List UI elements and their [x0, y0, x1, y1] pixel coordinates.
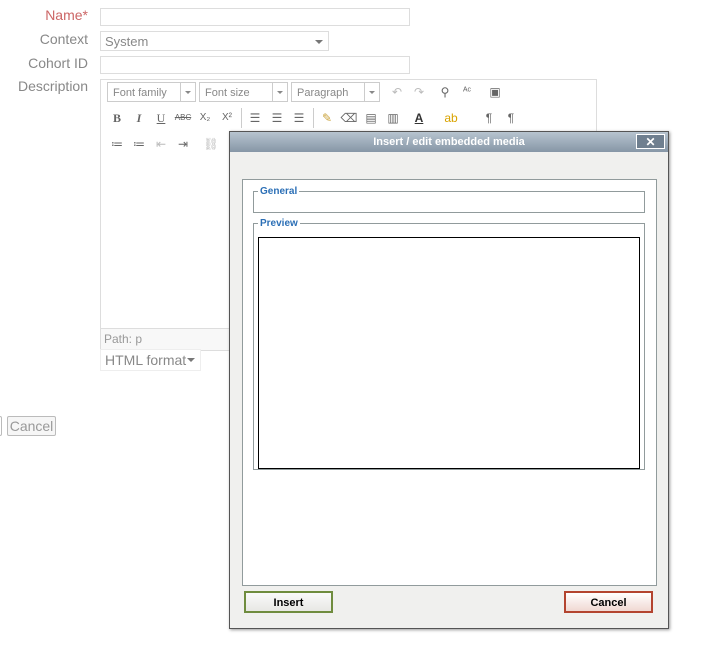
underline-icon[interactable]: U	[151, 108, 171, 128]
align-left-icon[interactable]: ☰	[245, 108, 265, 128]
toolbar-divider	[241, 108, 242, 128]
bullet-list-icon[interactable]: ≔	[107, 134, 127, 154]
ltr-icon[interactable]: ¶	[479, 108, 499, 128]
format-select[interactable]: Paragraph	[291, 82, 380, 102]
close-icon[interactable]: ✕	[636, 134, 665, 149]
superscript-icon[interactable]: X²	[217, 108, 237, 128]
context-select[interactable]: System	[100, 31, 329, 51]
general-legend: General	[260, 186, 298, 197]
general-fieldset: General	[253, 186, 645, 213]
paste-text-icon[interactable]: ▤	[361, 108, 381, 128]
align-center-icon[interactable]: ☰	[267, 108, 287, 128]
preview-fieldset: Preview	[253, 218, 645, 470]
format-value: HTML format	[105, 352, 187, 368]
italic-icon[interactable]: I	[129, 108, 149, 128]
cleanup-icon[interactable]: ✎	[317, 108, 337, 128]
replace-icon[interactable]: ᴬᶜ	[457, 82, 477, 102]
fullscreen-icon[interactable]: ▣	[485, 82, 505, 102]
link-icon[interactable]: ⛓	[201, 134, 221, 154]
undo-icon[interactable]: ↶	[387, 82, 407, 102]
paste-word-icon[interactable]: ▥	[383, 108, 403, 128]
required-marker: *	[82, 7, 88, 23]
font-family-select[interactable]: Font family	[107, 82, 196, 102]
insert-button[interactable]: Insert	[244, 591, 333, 613]
editor-path-bar: Path: p	[101, 328, 234, 350]
find-icon[interactable]: ⚲	[435, 82, 455, 102]
subscript-icon[interactable]: X₂	[195, 108, 215, 128]
context-label: Context	[39, 31, 88, 47]
indent-icon[interactable]: ⇥	[173, 134, 193, 154]
chevron-down-icon	[364, 83, 379, 101]
context-value: System	[105, 34, 149, 49]
cohort-id-label: Cohort ID	[28, 55, 88, 71]
dialog-cancel-button[interactable]: Cancel	[564, 591, 653, 613]
toolbar-divider	[313, 108, 314, 128]
strikethrough-icon[interactable]: ABC	[173, 108, 193, 128]
preview-area	[258, 237, 640, 469]
redo-icon[interactable]: ↷	[409, 82, 429, 102]
font-size-select[interactable]: Font size	[199, 82, 288, 102]
rtl-icon[interactable]: ¶	[501, 108, 521, 128]
dialog-title: Insert / edit embedded media	[230, 132, 668, 152]
dialog-panel: General Preview	[242, 179, 657, 586]
cancel-button[interactable]: Cancel	[7, 416, 56, 436]
cohort-id-input[interactable]	[100, 56, 410, 74]
align-right-icon[interactable]: ☰	[289, 108, 309, 128]
save-button-partial[interactable]	[0, 416, 2, 436]
bold-icon[interactable]: B	[107, 108, 127, 128]
preview-legend: Preview	[260, 218, 298, 229]
format-select[interactable]: HTML format	[100, 349, 201, 371]
text-color-icon[interactable]: A	[409, 108, 429, 128]
embed-media-dialog: Insert / edit embedded media ✕ General P…	[229, 131, 669, 629]
chevron-down-icon	[272, 83, 287, 101]
chevron-down-icon	[315, 40, 323, 44]
chevron-down-icon	[187, 358, 195, 362]
name-label: Name*	[45, 7, 88, 23]
name-input[interactable]	[100, 8, 410, 26]
numbered-list-icon[interactable]: ≔	[129, 134, 149, 154]
outdent-icon[interactable]: ⇤	[151, 134, 171, 154]
chevron-down-icon	[180, 83, 195, 101]
remove-format-icon[interactable]: ⌫	[339, 108, 359, 128]
highlight-color-icon[interactable]: ab	[441, 108, 461, 128]
description-label: Description	[17, 78, 88, 94]
